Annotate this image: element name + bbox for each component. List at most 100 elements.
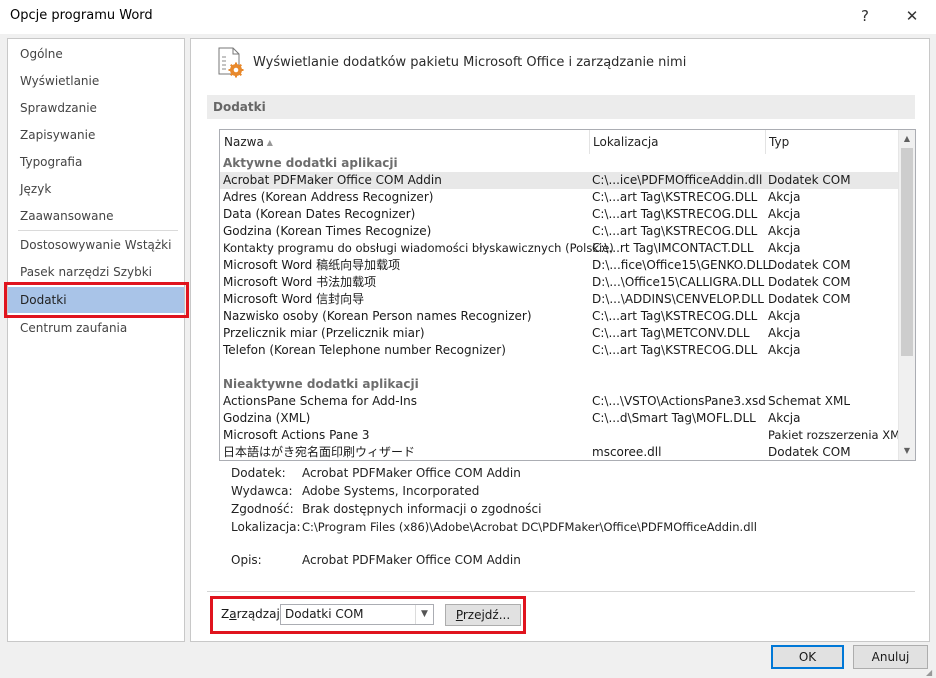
- table-row[interactable]: Microsoft Word 稿纸向导加载项 D:\...fice\Office…: [220, 257, 898, 274]
- cell-location: C:\...ice\PDFMOfficeAddin.dll: [592, 173, 763, 187]
- cell-type: Akcja: [768, 241, 801, 255]
- sidebar-item-zapisywanie[interactable]: Zapisywanie: [8, 122, 184, 148]
- page-title: Wyświetlanie dodatków pakietu Microsoft …: [253, 55, 687, 70]
- cell-type: Dodatek COM: [768, 445, 851, 459]
- cell-name: Microsoft Word 信封向导: [223, 292, 365, 306]
- cell-location: C:\...d\Smart Tag\MOFL.DLL: [592, 411, 756, 425]
- table-row[interactable]: Godzina (XML) C:\...d\Smart Tag\MOFL.DLL…: [220, 410, 898, 427]
- cell-location: C:\...rt Tag\IMCONTACT.DLL: [592, 241, 754, 255]
- column-header-location[interactable]: Lokalizacja: [593, 130, 659, 154]
- sidebar-item-zaawansowane[interactable]: Zaawansowane: [8, 203, 184, 229]
- table-row[interactable]: Telefon (Korean Telephone number Recogni…: [220, 342, 898, 359]
- sidebar-item-sprawdzanie[interactable]: Sprawdzanie: [8, 95, 184, 121]
- cell-type: Dodatek COM: [768, 173, 851, 187]
- cell-name: Godzina (Korean Times Recognize): [223, 224, 432, 238]
- cell-type: Akcja: [768, 190, 801, 204]
- group-active-header: Aktywne dodatki aplikacji: [223, 156, 398, 170]
- cell-type: Dodatek COM: [768, 275, 851, 289]
- cell-name: Adres (Korean Address Recognizer): [223, 190, 434, 204]
- detail-label: Lokalizacja:: [231, 520, 301, 534]
- column-divider: [765, 130, 766, 154]
- detail-label: Opis:: [231, 553, 262, 567]
- sidebar-item-pasek-narzedzi[interactable]: Pasek narzędzi Szybki dostęp: [8, 259, 184, 305]
- manage-label: Zarządzaj:: [221, 607, 284, 621]
- group-inactive-header: Nieaktywne dodatki aplikacji: [223, 377, 419, 391]
- chevron-down-icon[interactable]: ▼: [415, 605, 433, 624]
- table-row[interactable]: Adres (Korean Address Recognizer) C:\...…: [220, 189, 898, 206]
- sort-ascending-icon: ▲: [266, 137, 273, 147]
- table-row[interactable]: Microsoft Actions Pane 3 Pakiet rozszerz…: [220, 427, 906, 444]
- cell-type: Akcja: [768, 326, 801, 340]
- cell-location: C:\...art Tag\KSTRECOG.DLL: [592, 190, 758, 204]
- detail-label: Wydawca:: [231, 484, 293, 498]
- section-title: Dodatki: [213, 100, 266, 114]
- cell-name: Acrobat PDFMaker Office COM Addin: [223, 173, 442, 187]
- cell-location: D:\...\Office15\CALLIGRA.DLL: [592, 275, 765, 289]
- column-header-type[interactable]: Typ: [769, 130, 789, 154]
- cell-type: Akcja: [768, 343, 801, 357]
- table-row[interactable]: ActionsPane Schema for Add-Ins C:\...\VS…: [220, 393, 898, 410]
- cell-name: 日本語はがき宛名面印刷ウィザード: [223, 445, 416, 459]
- cell-name: Przelicznik miar (Przelicznik miar): [223, 326, 425, 340]
- detail-value: Acrobat PDFMaker Office COM Addin: [302, 553, 521, 567]
- cell-name: Nazwisko osoby (Korean Person names Reco…: [223, 309, 532, 323]
- scroll-up-icon[interactable]: ▲: [899, 130, 915, 147]
- table-row[interactable]: Kontakty programu do obsługi wiadomości …: [220, 240, 898, 257]
- cell-type: Schemat XML: [768, 394, 851, 408]
- ok-button[interactable]: OK: [771, 645, 844, 669]
- cell-location: D:\...\ADDINS\CENVELOP.DLL: [592, 292, 764, 306]
- sidebar-item-dostosowywanie-wstazki[interactable]: Dostosowywanie Wstążki: [8, 232, 184, 258]
- sidebar-item-typografia[interactable]: Typografia: [8, 149, 184, 175]
- table-row[interactable]: Microsoft Word 信封向导 D:\...\ADDINS\CENVEL…: [220, 291, 898, 308]
- cell-location: C:\...art Tag\KSTRECOG.DLL: [592, 343, 758, 357]
- scrollbar-thumb[interactable]: [901, 148, 913, 356]
- table-row[interactable]: 日本語はがき宛名面印刷ウィザード mscoree.dll Dodatek COM: [220, 444, 898, 460]
- manage-dropdown-value: Dodatki COM: [285, 607, 364, 621]
- go-button[interactable]: Przejdź...: [445, 604, 521, 626]
- cell-location: mscoree.dll: [592, 445, 662, 459]
- detail-value: Acrobat PDFMaker Office COM Addin: [302, 466, 521, 480]
- cell-type: Dodatek COM: [768, 292, 851, 306]
- cell-location: C:\...art Tag\KSTRECOG.DLL: [592, 207, 758, 221]
- sidebar-item-jezyk[interactable]: Język: [8, 176, 184, 202]
- title-bar: Opcje programu Word ? ✕: [0, 0, 936, 34]
- scroll-down-icon[interactable]: ▼: [899, 442, 915, 459]
- cell-name: Telefon (Korean Telephone number Recogni…: [223, 343, 506, 357]
- resize-grip-icon[interactable]: ◢: [926, 668, 935, 677]
- cell-type: Dodatek COM: [768, 258, 851, 272]
- manage-dropdown[interactable]: Dodatki COM ▼: [280, 604, 434, 625]
- cell-type: Akcja: [768, 309, 801, 323]
- table-row[interactable]: Przelicznik miar (Przelicznik miar) C:\.…: [220, 325, 898, 342]
- detail-label: Zgodność:: [231, 502, 294, 516]
- cell-name: Data (Korean Dates Recognizer): [223, 207, 416, 221]
- cell-type: Akcja: [768, 207, 801, 221]
- sidebar-item-ogolne[interactable]: Ogólne: [8, 41, 184, 67]
- cell-name: Microsoft Word 书法加载项: [223, 275, 377, 289]
- cell-location: C:\...art Tag\KSTRECOG.DLL: [592, 224, 758, 238]
- cell-location: C:\...\VSTO\ActionsPane3.xsd: [592, 394, 766, 408]
- options-sidebar: Ogólne Wyświetlanie Sprawdzanie Zapisywa…: [7, 38, 185, 642]
- section-header: Dodatki: [207, 95, 915, 119]
- detail-value: C:\Program Files (x86)\Adobe\Acrobat DC\…: [302, 520, 757, 534]
- cell-name: Microsoft Word 稿纸向导加载项: [223, 258, 401, 272]
- main-panel: Wyświetlanie dodatków pakietu Microsoft …: [190, 38, 930, 642]
- cell-type: Akcja: [768, 224, 801, 238]
- help-icon[interactable]: ?: [850, 4, 880, 28]
- table-row[interactable]: Godzina (Korean Times Recognize) C:\...a…: [220, 223, 898, 240]
- addins-list[interactable]: Nazwa ▲ Lokalizacja Typ Aktywne dodatki a…: [219, 129, 916, 461]
- table-row[interactable]: Microsoft Word 书法加载项 D:\...\Office15\CAL…: [220, 274, 898, 291]
- table-row[interactable]: Acrobat PDFMaker Office COM Addin C:\...…: [220, 172, 898, 189]
- sidebar-item-wyswietlanie[interactable]: Wyświetlanie: [8, 68, 184, 94]
- sidebar-item-dodatki[interactable]: Dodatki: [8, 287, 184, 313]
- table-row[interactable]: Nazwisko osoby (Korean Person names Reco…: [220, 308, 898, 325]
- list-scrollbar[interactable]: ▲ ▼: [898, 130, 915, 460]
- detail-value: Adobe Systems, Incorporated: [302, 484, 480, 498]
- cell-name: ActionsPane Schema for Add-Ins: [223, 394, 418, 408]
- cell-type: Akcja: [768, 411, 801, 425]
- cancel-button[interactable]: Anuluj: [853, 645, 928, 669]
- column-header-name[interactable]: Nazwa ▲: [224, 130, 273, 154]
- close-icon[interactable]: ✕: [897, 4, 927, 28]
- sidebar-item-centrum-zaufania[interactable]: Centrum zaufania: [8, 315, 184, 341]
- table-row[interactable]: Data (Korean Dates Recognizer) C:\...art…: [220, 206, 898, 223]
- cell-location: C:\...art Tag\METCONV.DLL: [592, 326, 750, 340]
